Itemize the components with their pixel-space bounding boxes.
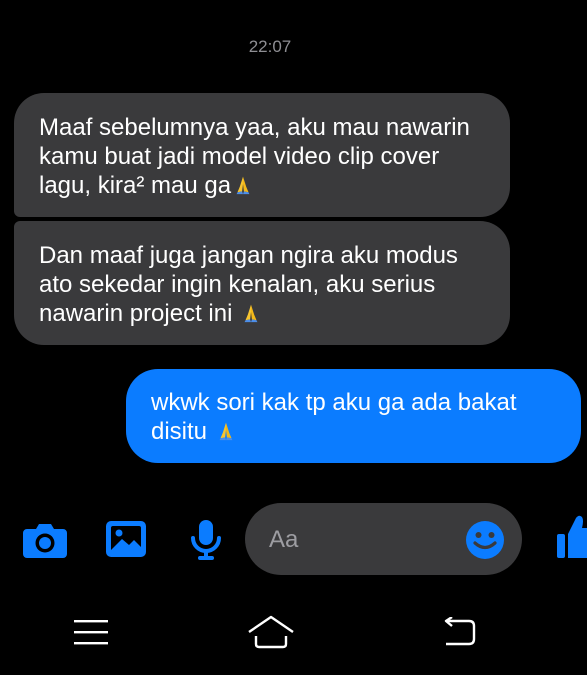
message-input-placeholder: Aa [269, 526, 299, 553]
folded-hands-emoji-icon [236, 176, 250, 195]
system-navigation-bar [0, 600, 587, 675]
incoming-message[interactable]: Maaf sebelumnya yaa, aku mau nawarin kam… [14, 93, 510, 217]
folded-hands-emoji-icon [244, 304, 258, 323]
incoming-message[interactable]: Dan maaf juga jangan ngira aku modus ato… [14, 221, 510, 345]
message-input[interactable]: Aa [245, 503, 522, 575]
message-text: wkwk sori kak tp aku ga ada bakat disitu [151, 389, 517, 445]
menu-icon[interactable] [74, 617, 108, 647]
message-timestamp: 22:07 [248, 37, 292, 56]
outgoing-message[interactable]: wkwk sori kak tp aku ga ada bakat disitu [126, 369, 581, 463]
smiley-icon[interactable] [465, 520, 505, 560]
back-icon[interactable] [441, 617, 477, 647]
folded-hands-emoji-icon [219, 422, 233, 441]
microphone-icon[interactable] [190, 519, 222, 561]
home-icon[interactable] [247, 614, 295, 650]
thumbs-up-icon[interactable] [555, 514, 587, 560]
gallery-icon[interactable] [105, 520, 147, 558]
message-text: Maaf sebelumnya yaa, aku mau nawarin kam… [39, 114, 470, 199]
message-composer: Aa [0, 500, 587, 580]
camera-icon[interactable] [22, 521, 68, 559]
